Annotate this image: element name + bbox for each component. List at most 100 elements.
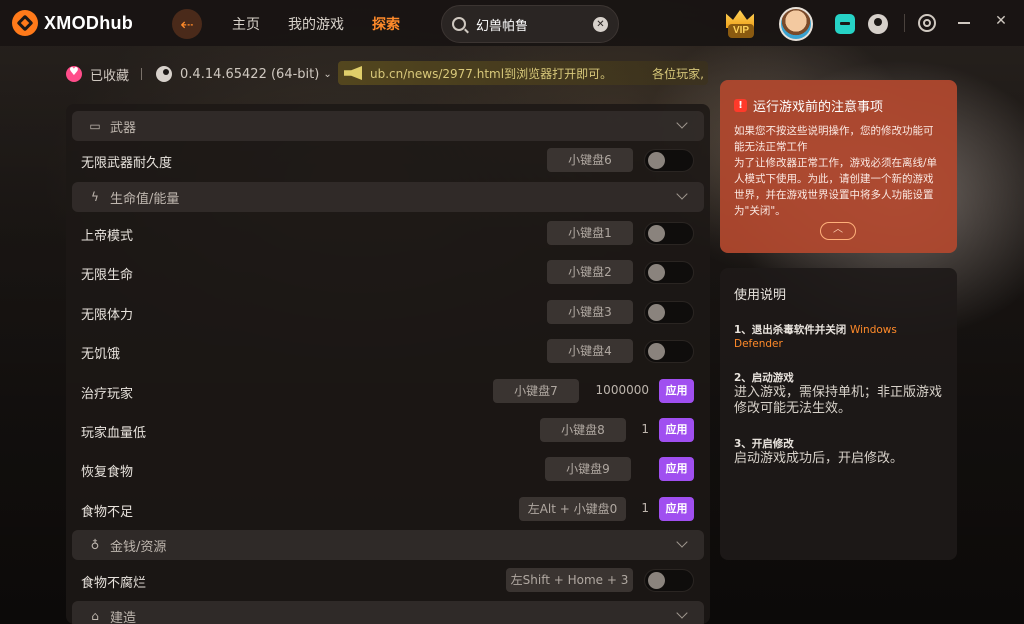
version-select[interactable]: 0.4.14.65422 (64-bit) [180, 67, 319, 82]
logo-icon [12, 10, 38, 36]
logo-text: XMODhub [44, 12, 134, 33]
chevron-up-icon: ︿ [833, 224, 843, 235]
cheat-label: 无饥饿 [81, 347, 121, 362]
step-title: 2、启动游戏 [734, 372, 794, 384]
apply-button[interactable]: 应用 [659, 418, 694, 442]
category-label: 建造 [110, 610, 137, 624]
back-button[interactable]: ⇠ [172, 9, 202, 39]
step-title: 3、开启修改 [734, 438, 794, 450]
search-input[interactable] [476, 16, 586, 32]
cheat-row: 食物不足 左Alt + 小键盘0 1 应用 [66, 493, 710, 525]
category-health[interactable]: ϟ 生命值/能量 [72, 182, 704, 212]
apply-button[interactable]: 应用 [659, 379, 694, 403]
cheat-toggle[interactable] [644, 569, 694, 592]
steam-icon [156, 66, 173, 82]
apply-button[interactable]: 应用 [659, 457, 694, 481]
apply-button[interactable]: 应用 [659, 497, 694, 521]
cheat-label: 上帝模式 [81, 229, 134, 244]
hotkey-button[interactable]: 小键盘6 [547, 148, 633, 172]
wallet-icon[interactable] [835, 14, 855, 34]
nav-home[interactable]: 主页 [232, 14, 260, 34]
cheat-row: 上帝模式 小键盘1 [66, 217, 710, 249]
instructions-title: 使用说明 [734, 288, 787, 303]
collapse-button[interactable]: ︿ [820, 222, 856, 240]
main-nav: 主页 我的游戏 探索 [232, 14, 400, 34]
clear-search-icon[interactable]: ✕ [593, 17, 608, 32]
category-label: 生命值/能量 [110, 191, 180, 207]
cheat-row: 无限生命 小键盘2 [66, 256, 710, 288]
instruction-step: 3、开启修改 启动游戏成功后，开启修改。 [734, 437, 943, 467]
hotkey-button[interactable]: 小键盘3 [547, 300, 633, 324]
app-logo[interactable]: XMODhub [12, 10, 133, 36]
search-icon [452, 17, 466, 31]
cheat-row: 食物不腐烂 左Shift + Home + 3 [66, 564, 710, 596]
profile-icon[interactable] [868, 14, 888, 34]
vip-badge[interactable]: VIP [722, 8, 758, 40]
cheat-label: 食物不足 [81, 505, 134, 520]
warning-title: 运行游戏前的注意事项 [753, 100, 884, 115]
hotkey-button[interactable]: 小键盘7 [493, 379, 579, 403]
cheat-label: 玩家血量低 [81, 426, 147, 441]
cheat-label: 治疗玩家 [81, 387, 134, 402]
gun-icon: ▭ [89, 119, 101, 133]
warning-line: 为了让修改器正常工作，游戏必须在离线/单人模式下使用。为此，请创建一个新的游戏世… [734, 157, 938, 217]
favorite-label[interactable]: 已收藏 [90, 65, 129, 84]
lightning-icon: ϟ [91, 190, 99, 204]
notice-banner: ub.cn/news/2977.html到浏览器打开即可。 各位玩家, [338, 61, 708, 85]
close-icon[interactable]: ✕ [994, 14, 1008, 28]
instructions-card: 使用说明 1、退出杀毒软件并关闭 Windows Defender 2、启动游戏… [720, 268, 957, 560]
cheat-toggle[interactable] [644, 340, 694, 363]
cheat-row: 无限武器耐久度 小键盘6 [66, 144, 710, 176]
hotkey-button[interactable]: 左Alt + 小键盘0 [519, 497, 626, 521]
alert-icon: ! [734, 99, 747, 112]
cheat-toggle[interactable] [644, 261, 694, 284]
cheat-toggle[interactable] [644, 149, 694, 172]
step-description: 启动游戏成功后，开启修改。 [734, 451, 904, 466]
nav-my-games[interactable]: 我的游戏 [288, 14, 344, 34]
category-weapons[interactable]: ▭ 武器 [72, 111, 704, 141]
settings-icon[interactable] [918, 14, 936, 32]
building-icon: ⌂ [91, 609, 99, 623]
notice-text-2: 各位玩家, [652, 66, 704, 81]
top-bar: XMODhub ⇠ 主页 我的游戏 探索 ✕ VIP ✕ [0, 0, 1024, 46]
hotkey-button[interactable]: 小键盘4 [547, 339, 633, 363]
value-input[interactable]: 1000000 [586, 383, 649, 397]
cheat-row: 恢复食物 小键盘9 应用 [66, 453, 710, 485]
cheats-panel: ▭ 武器 无限武器耐久度 小键盘6 ϟ 生命值/能量 上帝模式 小键盘1 无限生… [66, 104, 710, 624]
hotkey-button[interactable]: 小键盘1 [547, 221, 633, 245]
warning-body: 如果您不按这些说明操作，您的修改功能可能无法正常工作 为了让修改器正常工作，游戏… [734, 123, 943, 219]
chevron-down-icon [676, 188, 688, 200]
hotkey-button[interactable]: 左Shift + Home + 3 [506, 568, 633, 592]
heart-icon[interactable] [66, 65, 82, 82]
hotkey-button[interactable]: 小键盘9 [545, 457, 631, 481]
header-divider [904, 14, 905, 32]
cheat-row: 无限体力 小键盘3 [66, 296, 710, 328]
minimize-icon[interactable] [958, 22, 970, 24]
chevron-down-icon [676, 536, 688, 548]
instruction-step: 1、退出杀毒软件并关闭 Windows Defender [734, 323, 943, 351]
cheat-toggle[interactable] [644, 222, 694, 245]
value-input[interactable]: 1 [626, 501, 649, 515]
cheat-toggle[interactable] [644, 301, 694, 324]
notice-text: ub.cn/news/2977.html到浏览器打开即可。 [370, 66, 613, 81]
game-info-bar: 已收藏 0.4.14.65422 (64-bit) ⌄ [66, 62, 332, 86]
cheat-row: 玩家血量低 小键盘8 1 应用 [66, 414, 710, 446]
arrow-left-icon: ⇠ [180, 14, 194, 34]
instruction-step: 2、启动游戏 进入游戏，需保持单机；非正版游戏修改可能无法生效。 [734, 371, 943, 417]
search-box: ✕ [441, 5, 619, 43]
category-money[interactable]: ♁ 金钱/资源 [72, 530, 704, 560]
chevron-down-icon[interactable]: ⌄ [323, 69, 331, 80]
step-title-text: 1、退出杀毒软件并关闭 [734, 324, 847, 336]
cheat-row: 治疗玩家 小键盘7 1000000 应用 [66, 375, 710, 407]
hotkey-button[interactable]: 小键盘2 [547, 260, 633, 284]
cheat-label: 食物不腐烂 [81, 576, 147, 591]
user-avatar[interactable] [779, 7, 813, 41]
value-input[interactable]: 1 [626, 422, 649, 436]
warning-card: ! 运行游戏前的注意事项 如果您不按这些说明操作，您的修改功能可能无法正常工作 … [720, 80, 957, 253]
nav-explore[interactable]: 探索 [372, 14, 400, 34]
step-title: 1、退出杀毒软件并关闭 Windows Defender [734, 323, 943, 351]
cheat-row: 无饥饿 小键盘4 [66, 335, 710, 367]
warning-title-row: ! 运行游戏前的注意事项 [734, 96, 943, 115]
hotkey-button[interactable]: 小键盘8 [540, 418, 626, 442]
category-build[interactable]: ⌂ 建造 [72, 601, 704, 624]
